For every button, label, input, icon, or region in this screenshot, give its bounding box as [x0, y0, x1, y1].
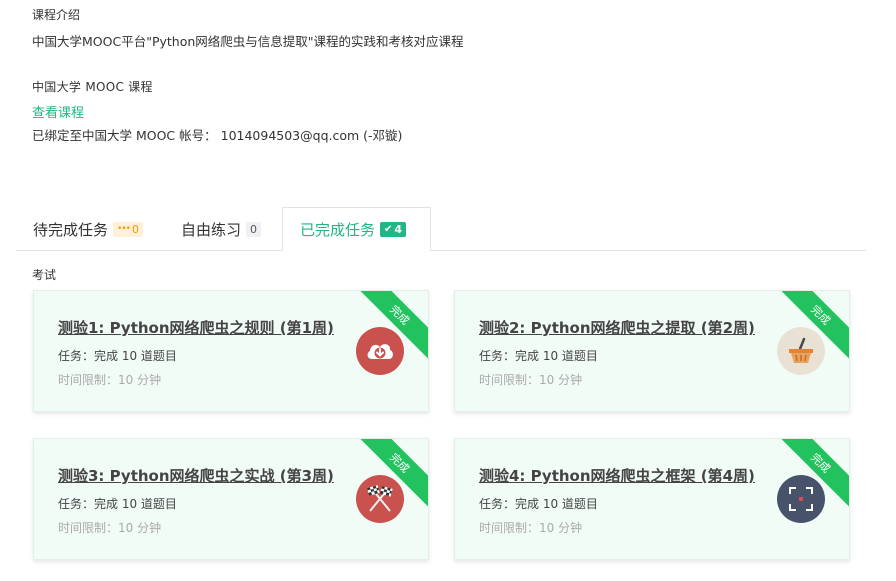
view-course-link[interactable]: 查看课程 — [32, 102, 84, 121]
racing-flags-icon — [356, 475, 404, 523]
quiz-card[interactable]: 完成 测验3: Python网络爬虫之实战 (第3周) 任务：完成 10 道题目… — [33, 438, 429, 560]
more-dots-icon: ••• — [117, 224, 131, 234]
intro-title: 课程介绍 — [32, 8, 81, 22]
ribbon-label: 完成 — [808, 302, 833, 328]
pending-count: 0 — [131, 222, 139, 236]
quiz-card[interactable]: 完成 测验2: Python网络爬虫之提取 (第2周) 任务：完成 10 道题目… — [454, 290, 850, 412]
tab-pending-label: 待完成任务 — [33, 220, 109, 239]
tab-free-practice[interactable]: 自由练习 0 — [181, 207, 262, 251]
quiz-time-limit: 时间限制：10 分钟 — [58, 373, 162, 387]
quiz-card[interactable]: 完成 测验1: Python网络爬虫之规则 (第1周) 任务：完成 10 道题目… — [33, 290, 429, 412]
quiz-task: 任务：完成 10 道题目 — [58, 349, 177, 363]
ribbon-label: 完成 — [387, 450, 412, 476]
quiz-task: 任务：完成 10 道题目 — [58, 497, 177, 511]
check-icon: ✔ — [384, 223, 393, 235]
free-count-badge: 0 — [246, 221, 262, 237]
cloud-download-icon — [356, 327, 404, 375]
quiz-time-limit: 时间限制：10 分钟 — [479, 373, 583, 387]
mooc-label: 中国大学 MOOC 课程 — [32, 80, 153, 94]
focus-frame-icon — [777, 475, 825, 523]
intro-description: 中国大学MOOC平台"Python网络爬虫与信息提取"课程的实践和考核对应课程 — [32, 34, 464, 49]
quiz-title[interactable]: 测验3: Python网络爬虫之实战 (第3周) — [58, 465, 334, 486]
quiz-title[interactable]: 测验2: Python网络爬虫之提取 (第2周) — [479, 317, 755, 338]
quiz-title[interactable]: 测验4: Python网络爬虫之框架 (第4周) — [479, 465, 755, 486]
ribbon-label: 完成 — [808, 450, 833, 476]
quiz-card[interactable]: 完成 测验4: Python网络爬虫之框架 (第4周) 任务：完成 10 道题目… — [454, 438, 850, 560]
quiz-time-limit: 时间限制：10 分钟 — [58, 521, 162, 535]
section-label: 考试 — [32, 268, 57, 282]
completed-count: 4 — [394, 222, 403, 236]
quiz-title[interactable]: 测验1: Python网络爬虫之规则 (第1周) — [58, 317, 334, 338]
bound-account-text: 已绑定至中国大学 MOOC 帐号： 1014094503@qq.com (-邓镟… — [32, 128, 403, 143]
pending-count-badge: ••• 0 — [113, 221, 143, 237]
ribbon-label: 完成 — [387, 302, 412, 328]
task-tabs: 待完成任务 ••• 0 自由练习 0 已完成任务 ✔ 4 — [16, 207, 866, 251]
quiz-task: 任务：完成 10 道题目 — [479, 349, 598, 363]
tab-pending[interactable]: 待完成任务 ••• 0 — [33, 207, 143, 251]
quiz-task: 任务：完成 10 道题目 — [479, 497, 598, 511]
completed-count-badge: ✔ 4 — [380, 221, 407, 237]
quiz-time-limit: 时间限制：10 分钟 — [479, 521, 583, 535]
tab-completed[interactable]: 已完成任务 ✔ 4 — [282, 207, 431, 251]
tab-free-label: 自由练习 — [181, 220, 242, 239]
tab-completed-label: 已完成任务 — [300, 220, 376, 239]
basket-icon — [777, 327, 825, 375]
